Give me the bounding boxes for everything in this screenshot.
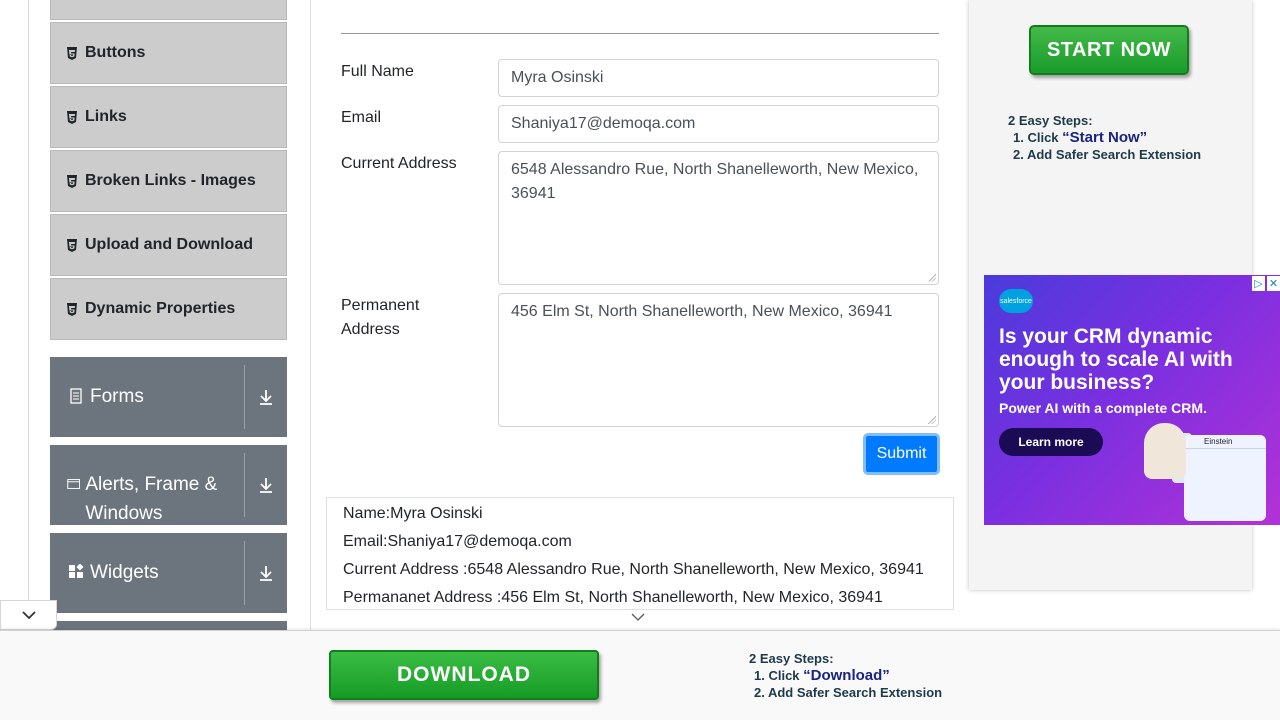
html5-icon bbox=[67, 46, 77, 60]
output-permanent-address: Permananet Address :456 Elm St, North Sh… bbox=[343, 589, 883, 606]
download-arrow-icon bbox=[260, 566, 272, 581]
group-label: Widgets bbox=[90, 562, 159, 583]
html5-icon bbox=[67, 110, 77, 124]
ad-info-icon[interactable]: ▷ bbox=[1252, 276, 1265, 291]
group-header: Alerts, Frame & Windows bbox=[50, 453, 245, 524]
steps-title: 2 Easy Steps: bbox=[1008, 113, 1093, 128]
output-panel: Name:Myra Osinski Email:Shaniya17@demoqa… bbox=[326, 497, 954, 610]
chevron-down-icon[interactable] bbox=[630, 612, 646, 622]
output-current-address: Current Address :6548 Alessandro Rue, No… bbox=[343, 561, 924, 578]
permanent-address-textarea[interactable]: 456 Elm St, North Shanelleworth, New Mex… bbox=[498, 293, 939, 427]
step-1: 1. Click “Download” bbox=[749, 667, 942, 684]
sidebar-group-alerts[interactable]: Alerts, Frame & Windows bbox=[50, 445, 287, 525]
sidebar-item-label: Upload and Download bbox=[85, 236, 253, 253]
sidebar-item-previous[interactable] bbox=[50, 0, 287, 20]
step-2: 2. Add Safer Search Extension bbox=[754, 685, 943, 700]
learn-more-button[interactable]: Learn more bbox=[999, 428, 1103, 456]
download-arrow-icon bbox=[260, 478, 272, 493]
ad-card-image: Einstein bbox=[1184, 435, 1266, 521]
sidebar-item-label: Links bbox=[85, 108, 127, 125]
document-icon bbox=[70, 388, 82, 404]
collapse-toggle[interactable] bbox=[0, 600, 57, 630]
close-icon[interactable]: ✕ bbox=[1267, 276, 1280, 291]
ad-headline: Is your CRM dynamic enough to scale AI w… bbox=[999, 325, 1233, 394]
ad-banner-bottom bbox=[0, 630, 1280, 720]
resize-handle[interactable] bbox=[928, 274, 936, 282]
download-arrow-icon bbox=[260, 390, 272, 405]
start-now-button[interactable]: START NOW bbox=[1029, 25, 1189, 75]
submit-button[interactable]: Submit bbox=[863, 433, 940, 475]
ad-subtitle: Power AI with a complete CRM. bbox=[999, 400, 1207, 416]
html5-icon bbox=[67, 302, 77, 316]
page: Buttons Links Broken Links - Images Uplo… bbox=[0, 0, 1280, 720]
mascot-image bbox=[1144, 423, 1186, 479]
sidebar-group-forms[interactable]: Forms bbox=[50, 357, 287, 437]
sidebar-group-widgets[interactable]: Widgets bbox=[50, 533, 287, 613]
group-label: Alerts, Frame & Windows bbox=[85, 474, 218, 524]
sidebar-item-links[interactable]: Links bbox=[50, 86, 287, 148]
html5-icon bbox=[67, 238, 77, 252]
group-label: Forms bbox=[90, 386, 144, 407]
group-header: Forms bbox=[50, 365, 245, 429]
step-text: 1. Click bbox=[1013, 130, 1063, 145]
sidebar-item-dynamic-properties[interactable]: Dynamic Properties bbox=[50, 278, 287, 340]
current-address-label: Current Address bbox=[341, 155, 457, 172]
step-2: 2. Add Safer Search Extension bbox=[1013, 147, 1202, 162]
content-divider bbox=[310, 0, 311, 630]
sidebar-item-buttons[interactable]: Buttons bbox=[50, 22, 287, 84]
step-highlight: “Download” bbox=[803, 667, 890, 684]
steps-title: 2 Easy Steps: bbox=[749, 651, 834, 666]
full-name-input[interactable]: Myra Osinski bbox=[498, 59, 939, 97]
chevron-down-icon bbox=[21, 611, 36, 620]
ad-steps: 2 Easy Steps: 1. Click “Start Now” 2. Ad… bbox=[1008, 112, 1201, 163]
form-divider bbox=[341, 33, 939, 34]
salesforce-logo: salesforce bbox=[999, 289, 1033, 313]
expand-toggle[interactable] bbox=[245, 445, 287, 525]
widgets-icon bbox=[69, 564, 84, 578]
ad-steps: 2 Easy Steps: 1. Click “Download” 2. Add… bbox=[749, 650, 942, 701]
download-button[interactable]: DOWNLOAD bbox=[329, 650, 599, 700]
sidebar-item-label: Dynamic Properties bbox=[85, 300, 236, 317]
sidebar-item-label: Buttons bbox=[85, 44, 146, 61]
output-name: Name:Myra Osinski bbox=[343, 505, 483, 522]
permanent-address-label: Permanent Address bbox=[341, 297, 420, 338]
sidebar-item-broken-links[interactable]: Broken Links - Images bbox=[50, 150, 287, 212]
textarea-value: 6548 Alessandro Rue, North Shanelleworth… bbox=[511, 161, 919, 202]
card-title: Einstein bbox=[1184, 435, 1266, 449]
resize-handle[interactable] bbox=[928, 416, 936, 424]
group-header: Widgets bbox=[50, 541, 245, 605]
expand-toggle[interactable] bbox=[245, 533, 287, 613]
left-divider bbox=[28, 0, 29, 630]
current-address-textarea[interactable]: 6548 Alessandro Rue, North Shanelleworth… bbox=[498, 151, 939, 285]
full-name-label: Full Name bbox=[341, 63, 414, 80]
expand-toggle[interactable] bbox=[245, 357, 287, 437]
window-icon bbox=[67, 479, 81, 489]
crm-ad[interactable]: salesforce Is your CRM dynamic enough to… bbox=[984, 275, 1280, 525]
step-highlight: “Start Now” bbox=[1062, 129, 1148, 146]
email-input[interactable]: Shaniya17@demoqa.com bbox=[498, 105, 939, 143]
html5-icon bbox=[67, 174, 77, 188]
step-text: 1. Click bbox=[754, 668, 804, 683]
output-email: Email:Shaniya17@demoqa.com bbox=[343, 533, 572, 550]
ad-choices[interactable]: ▷ ✕ bbox=[1252, 276, 1280, 291]
email-label: Email bbox=[341, 109, 382, 126]
textarea-value: 456 Elm St, North Shanelleworth, New Mex… bbox=[511, 303, 893, 320]
sidebar-item-label: Broken Links - Images bbox=[85, 172, 256, 189]
step-1: 1. Click “Start Now” bbox=[1008, 129, 1201, 146]
sidebar-item-upload-download[interactable]: Upload and Download bbox=[50, 214, 287, 276]
